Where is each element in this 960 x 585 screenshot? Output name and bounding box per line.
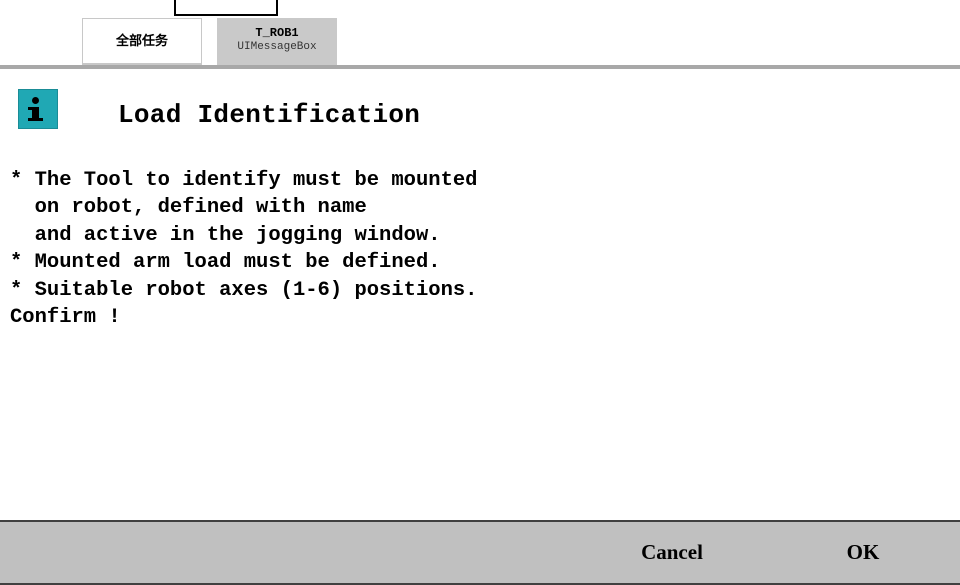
tab-all-tasks[interactable]: 全部任务 bbox=[82, 18, 202, 66]
tab-connector-line bbox=[174, 0, 278, 16]
tab-bar-divider bbox=[0, 65, 960, 69]
tab-t-rob1[interactable]: T_ROB1 UIMessageBox bbox=[217, 18, 337, 66]
cancel-button[interactable]: Cancel bbox=[612, 522, 732, 583]
info-icon bbox=[18, 89, 58, 129]
tab-task-module: UIMessageBox bbox=[237, 41, 317, 53]
button-bar: Cancel OK bbox=[0, 520, 960, 585]
dialog-title: Load Identification bbox=[118, 100, 421, 130]
tab-all-tasks-label: 全部任务 bbox=[115, 34, 168, 49]
dialog-message: * The Tool to identify must be mounted o… bbox=[10, 169, 478, 330]
message-box-screen: 全部任务 T_ROB1 UIMessageBox Load Identifica… bbox=[0, 0, 960, 585]
ok-button[interactable]: OK bbox=[803, 522, 923, 583]
tab-task-name: T_ROB1 bbox=[255, 26, 299, 40]
